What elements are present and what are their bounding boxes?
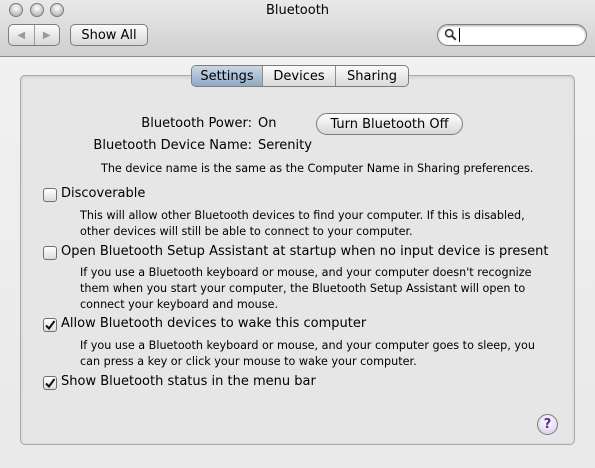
show-status-menu-label[interactable]: Show Bluetooth status in the menu bar <box>61 374 316 389</box>
discoverable-description: This will allow other Bluetooth devices … <box>80 209 525 238</box>
tab-devices[interactable]: Devices <box>262 66 335 86</box>
forward-arrow-icon: ▶ <box>42 29 51 41</box>
device-name-note: The device name is the same as the Compu… <box>101 162 534 175</box>
window-title: Bluetooth <box>265 3 330 18</box>
question-mark-icon: ? <box>543 417 552 432</box>
window-toolbar: Bluetooth ◀ ▶ Show All <box>0 0 595 57</box>
device-name-label: Bluetooth Device Name: <box>93 138 252 153</box>
search-icon <box>444 28 457 41</box>
show-all-button[interactable]: Show All <box>70 24 148 46</box>
text-caret <box>459 28 460 42</box>
setup-assistant-description: If you use a Bluetooth keyboard or mouse… <box>80 266 532 311</box>
bluetooth-preferences-window: Bluetooth ◀ ▶ Show All Settings Devices … <box>0 0 595 468</box>
search-input[interactable] <box>458 27 580 43</box>
back-button[interactable]: ◀ <box>9 25 34 45</box>
discoverable-label[interactable]: Discoverable <box>61 186 145 201</box>
help-button[interactable]: ? <box>537 414 558 435</box>
show-status-menu-checkbox[interactable] <box>43 376 57 390</box>
discoverable-checkbox[interactable] <box>43 188 57 202</box>
allow-wake-description: If you use a Bluetooth keyboard or mouse… <box>80 339 535 368</box>
bluetooth-power-label: Bluetooth Power: <box>141 116 252 131</box>
device-name-value: Serenity <box>258 138 312 153</box>
checkmark-icon <box>45 378 56 389</box>
back-arrow-icon: ◀ <box>17 29 26 41</box>
bluetooth-power-value: On <box>258 116 277 131</box>
checkmark-icon <box>45 320 56 331</box>
setup-assistant-checkbox[interactable] <box>43 246 57 260</box>
forward-button[interactable]: ▶ <box>33 25 60 45</box>
allow-wake-checkbox[interactable] <box>43 318 57 332</box>
back-forward-control: ◀ ▶ <box>8 24 60 46</box>
allow-wake-label[interactable]: Allow Bluetooth devices to wake this com… <box>61 316 366 331</box>
tab-sharing[interactable]: Sharing <box>335 66 408 86</box>
turn-bluetooth-off-button[interactable]: Turn Bluetooth Off <box>316 113 463 135</box>
tab-settings[interactable]: Settings <box>192 66 262 86</box>
search-field[interactable] <box>437 24 587 46</box>
tab-bar: Settings Devices Sharing <box>191 65 409 87</box>
setup-assistant-label[interactable]: Open Bluetooth Setup Assistant at startu… <box>61 244 548 259</box>
